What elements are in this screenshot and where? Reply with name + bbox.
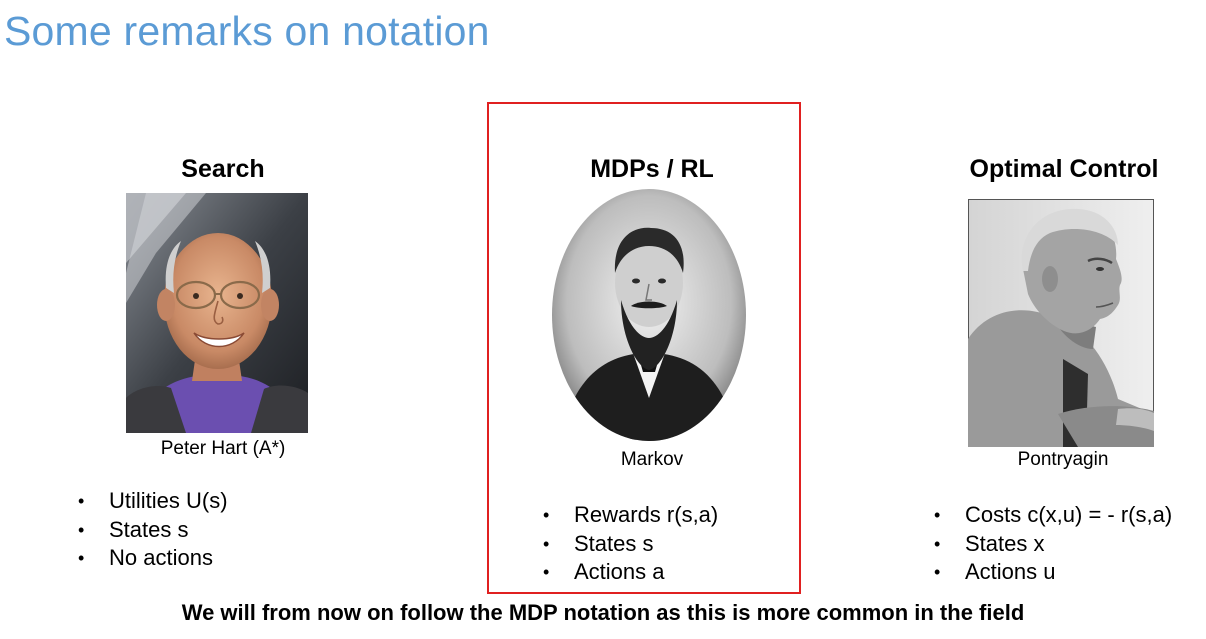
list-item: States s [78,516,228,545]
peter-hart-caption: Peter Hart (A*) [160,438,286,459]
footer-note: We will from now on follow the MDP notat… [181,600,1025,625]
list-item: Utilities U(s) [78,487,228,516]
peter-hart-photo-image [126,193,308,433]
markov-portrait [551,188,747,442]
markov-caption: Markov [620,449,684,470]
list-item: Actions a [543,558,718,587]
mdp-bullet-list: Rewards r(s,a) States s Actions a [543,501,718,587]
list-item: Rewards r(s,a) [543,501,718,530]
list-item: States s [543,530,718,559]
optimal-control-heading: Optimal Control [969,155,1159,183]
pontryagin-portrait [968,199,1154,447]
pontryagin-photo-image [968,199,1154,447]
search-bullet-list: Utilities U(s) States s No actions [78,487,228,573]
optimal-control-bullet-list: Costs c(x,u) = - r(s,a) States x Actions… [934,501,1172,587]
list-item: No actions [78,544,228,573]
list-item: States x [934,530,1172,559]
markov-photo-image [552,189,746,441]
search-heading: Search [181,155,265,183]
list-item: Costs c(x,u) = - r(s,a) [934,501,1172,530]
slide-title: Some remarks on notation [4,8,490,54]
mdp-heading: MDPs / RL [590,155,714,183]
list-item: Actions u [934,558,1172,587]
pontryagin-caption: Pontryagin [1017,449,1109,470]
peter-hart-portrait [126,193,308,433]
